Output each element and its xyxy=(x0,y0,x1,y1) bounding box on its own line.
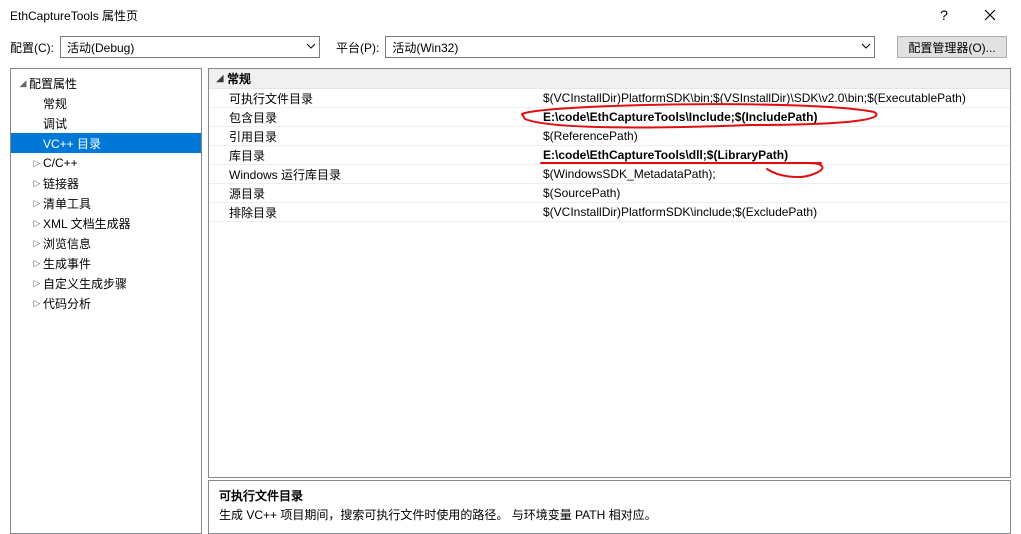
tree-item-label: 代码分析 xyxy=(43,295,91,312)
platform-combo-text: 活动(Win32) xyxy=(392,39,458,56)
config-manager-label: 配置管理器(O)... xyxy=(908,39,995,56)
property-row[interactable]: 引用目录$(ReferencePath) xyxy=(209,127,1010,146)
tree-item[interactable]: ▷清单工具 xyxy=(11,193,201,213)
tree-item-label: 自定义生成步骤 xyxy=(43,275,127,292)
top-toolbar: 配置(C): 活动(Debug) 平台(P): 活动(Win32) 配置管理器(… xyxy=(0,30,1021,64)
platform-combo[interactable]: 活动(Win32) xyxy=(385,36,875,58)
description-title: 可执行文件目录 xyxy=(219,487,1000,504)
arrow-right-icon: ▷ xyxy=(31,158,43,169)
arrow-down-icon: ◢ xyxy=(213,73,227,84)
tree-item[interactable]: ▷C/C++ xyxy=(11,153,201,173)
property-row[interactable]: 源目录$(SourcePath) xyxy=(209,184,1010,203)
description-panel: 可执行文件目录 生成 VC++ 项目期间，搜索可执行文件时使用的路径。 与环境变… xyxy=(208,480,1011,534)
property-row[interactable]: 库目录E:\code\EthCaptureTools\dll;$(Library… xyxy=(209,146,1010,165)
tree-item-label: 链接器 xyxy=(43,175,79,192)
property-value[interactable]: $(SourcePath) xyxy=(539,186,1010,200)
tree-item[interactable]: ▷XML 文档生成器 xyxy=(11,213,201,233)
property-label: 可执行文件目录 xyxy=(209,90,539,107)
property-label: Windows 运行库目录 xyxy=(209,166,539,183)
property-row[interactable]: 可执行文件目录$(VCInstallDir)PlatformSDK\bin;$(… xyxy=(209,89,1010,108)
property-row[interactable]: Windows 运行库目录$(WindowsSDK_MetadataPath); xyxy=(209,165,1010,184)
tree-item[interactable]: ▷链接器 xyxy=(11,173,201,193)
tree-item[interactable]: 常规 xyxy=(11,93,201,113)
config-manager-button[interactable]: 配置管理器(O)... xyxy=(897,36,1006,58)
property-grid: ◢ 常规 可执行文件目录$(VCInstallDir)PlatformSDK\b… xyxy=(208,68,1011,478)
tree-item-label: 生成事件 xyxy=(43,255,91,272)
tree-item[interactable]: ▷生成事件 xyxy=(11,253,201,273)
tree-item[interactable]: VC++ 目录 xyxy=(11,133,201,153)
property-value[interactable]: $(VCInstallDir)PlatformSDK\bin;$(VSInsta… xyxy=(539,91,1010,105)
chevron-down-icon xyxy=(306,40,316,54)
property-value[interactable]: $(VCInstallDir)PlatformSDK\include;$(Exc… xyxy=(539,205,1010,219)
tree-item-label: C/C++ xyxy=(43,156,78,170)
property-label: 库目录 xyxy=(209,147,539,164)
tree-item[interactable]: 调试 xyxy=(11,113,201,133)
tree-item[interactable]: ▷自定义生成步骤 xyxy=(11,273,201,293)
close-button[interactable] xyxy=(967,0,1013,30)
tree-item[interactable]: ▷代码分析 xyxy=(11,293,201,313)
tree-item-label: 常规 xyxy=(43,95,67,112)
arrow-down-icon: ◢ xyxy=(17,78,29,89)
arrow-right-icon: ▷ xyxy=(31,178,43,189)
close-icon xyxy=(984,9,996,21)
property-value[interactable]: E:\code\EthCaptureTools\Include;$(Includ… xyxy=(539,110,1010,124)
config-combo-text: 活动(Debug) xyxy=(67,39,134,56)
chevron-down-icon xyxy=(861,40,871,54)
tree-root-label: 配置属性 xyxy=(29,75,77,92)
property-value[interactable]: E:\code\EthCaptureTools\dll;$(LibraryPat… xyxy=(539,148,1010,162)
category-label: 常规 xyxy=(227,70,251,87)
property-label: 排除目录 xyxy=(209,204,539,221)
category-header[interactable]: ◢ 常规 xyxy=(209,69,1010,89)
window-title: EthCaptureTools 属性页 xyxy=(10,7,138,24)
arrow-right-icon: ▷ xyxy=(31,298,43,309)
titlebar: EthCaptureTools 属性页 ? xyxy=(0,0,1021,30)
tree-item-label: 清单工具 xyxy=(43,195,91,212)
tree-item-label: VC++ 目录 xyxy=(43,135,101,152)
property-grid-body[interactable]: ◢ 常规 可执行文件目录$(VCInstallDir)PlatformSDK\b… xyxy=(209,69,1010,477)
property-label: 源目录 xyxy=(209,185,539,202)
property-row[interactable]: 排除目录$(VCInstallDir)PlatformSDK\include;$… xyxy=(209,203,1010,222)
arrow-right-icon: ▷ xyxy=(31,218,43,229)
property-value[interactable]: $(WindowsSDK_MetadataPath); xyxy=(539,167,1010,181)
tree-item-label: XML 文档生成器 xyxy=(43,215,131,232)
arrow-right-icon: ▷ xyxy=(31,258,43,269)
platform-label: 平台(P): xyxy=(336,39,379,56)
property-value[interactable]: $(ReferencePath) xyxy=(539,129,1010,143)
tree-item-label: 调试 xyxy=(43,115,67,132)
help-button[interactable]: ? xyxy=(921,0,967,30)
arrow-right-icon: ▷ xyxy=(31,278,43,289)
arrow-right-icon: ▷ xyxy=(31,198,43,209)
property-label: 引用目录 xyxy=(209,128,539,145)
property-label: 包含目录 xyxy=(209,109,539,126)
tree-root[interactable]: ◢ 配置属性 xyxy=(11,73,201,93)
config-label: 配置(C): xyxy=(10,39,54,56)
tree-item[interactable]: ▷浏览信息 xyxy=(11,233,201,253)
description-text: 生成 VC++ 项目期间，搜索可执行文件时使用的路径。 与环境变量 PATH 相… xyxy=(219,506,1000,523)
tree-view[interactable]: ◢ 配置属性 常规调试VC++ 目录▷C/C++▷链接器▷清单工具▷XML 文档… xyxy=(10,68,202,534)
property-row[interactable]: 包含目录E:\code\EthCaptureTools\Include;$(In… xyxy=(209,108,1010,127)
config-combo[interactable]: 活动(Debug) xyxy=(60,36,320,58)
arrow-right-icon: ▷ xyxy=(31,238,43,249)
tree-item-label: 浏览信息 xyxy=(43,235,91,252)
